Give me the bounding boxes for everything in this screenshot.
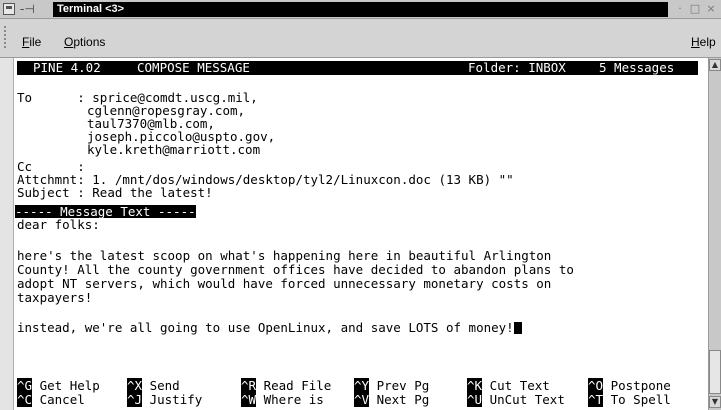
key-label: Cut Text xyxy=(482,378,550,393)
key-label: Justify xyxy=(142,392,203,407)
window-titlebar[interactable]: -⊣ Terminal <3> · □ × xyxy=(0,0,721,19)
menubar: File Options Help xyxy=(0,19,721,58)
subject-label: Subject : xyxy=(17,185,93,200)
scroll-up-arrow-icon[interactable]: ▲ xyxy=(709,59,721,71)
pine-header-bar: PINE 4.02 COMPOSE MESSAGE Folder: INBOX … xyxy=(17,61,698,75)
key-postpone[interactable]: ^O Postpone xyxy=(588,378,671,393)
window-menu-icon[interactable] xyxy=(3,3,15,15)
scroll-thumb[interactable] xyxy=(709,350,721,394)
pine-mode: COMPOSE MESSAGE xyxy=(137,60,250,75)
key-code: ^T xyxy=(588,392,604,407)
pine-message-count: 5 Messages xyxy=(599,60,675,75)
subject-value[interactable]: Read the latest! xyxy=(92,185,212,200)
key-code: ^G xyxy=(17,378,33,393)
body-line[interactable]: taxpayers! xyxy=(17,291,92,304)
key-to-spell[interactable]: ^T To Spell xyxy=(588,392,671,407)
to-label: To : xyxy=(17,90,93,105)
key-code: ^O xyxy=(588,378,604,393)
key-label: Next Pg xyxy=(369,392,430,407)
key-code: ^K xyxy=(467,378,483,393)
key-read-file[interactable]: ^R Read File xyxy=(241,378,332,393)
key-where-is[interactable]: ^W Where is xyxy=(241,392,324,407)
text-cursor xyxy=(513,322,522,334)
body-line[interactable]: adopt NT servers, which would have force… xyxy=(17,277,551,290)
body-line[interactable]: dear folks: xyxy=(17,218,100,231)
menubar-grip[interactable] xyxy=(4,26,8,48)
key-label: Prev Pg xyxy=(369,378,430,393)
key-code: ^Y xyxy=(354,378,370,393)
key-code: ^X xyxy=(127,378,143,393)
key-code: ^R xyxy=(241,378,257,393)
to-recipient[interactable]: kyle.kreth@marriott.com xyxy=(87,143,260,156)
key-label: UnCut Text xyxy=(482,392,565,407)
key-code: ^J xyxy=(127,392,143,407)
pine-folder: Folder: INBOX xyxy=(468,60,566,75)
close-button[interactable]: × xyxy=(704,2,718,16)
key-cut-text[interactable]: ^K Cut Text xyxy=(467,378,550,393)
menu-file[interactable]: File xyxy=(22,34,41,50)
key-get-help[interactable]: ^G Get Help xyxy=(17,378,100,393)
vertical-scrollbar[interactable]: ▲ ▼ xyxy=(708,58,721,410)
key-cancel[interactable]: ^C Cancel xyxy=(17,392,85,407)
key-prev-page[interactable]: ^Y Prev Pg xyxy=(354,378,430,393)
scroll-down-arrow-icon[interactable]: ▼ xyxy=(709,396,721,408)
subject-field[interactable]: Subject : Read the latest! xyxy=(17,186,213,199)
key-label: Cancel xyxy=(32,392,85,407)
key-label: Send xyxy=(142,378,180,393)
key-code: ^C xyxy=(17,392,33,407)
pine-version: PINE 4.02 xyxy=(33,60,101,75)
maximize-button[interactable]: □ xyxy=(688,2,702,16)
key-code: ^V xyxy=(354,392,370,407)
key-label: Get Help xyxy=(32,378,100,393)
terminal-screen[interactable]: PINE 4.02 COMPOSE MESSAGE Folder: INBOX … xyxy=(14,59,708,410)
key-label: To Spell xyxy=(603,392,671,407)
pin-icon[interactable]: -⊣ xyxy=(20,1,35,17)
body-line[interactable]: instead, we're all going to use OpenLinu… xyxy=(17,320,514,335)
key-code: ^U xyxy=(467,392,483,407)
menu-help[interactable]: Help xyxy=(691,34,716,50)
key-justify[interactable]: ^J Justify xyxy=(127,392,203,407)
body-line[interactable]: here's the latest scoop on what's happen… xyxy=(17,249,551,262)
key-code: ^W xyxy=(241,392,257,407)
key-next-page[interactable]: ^V Next Pg xyxy=(354,392,430,407)
key-uncut-text[interactable]: ^U UnCut Text xyxy=(467,392,565,407)
body-line-last[interactable]: instead, we're all going to use OpenLinu… xyxy=(17,321,522,334)
key-label: Postpone xyxy=(603,378,671,393)
body-line[interactable]: County! All the county government office… xyxy=(17,263,574,276)
window-title: Terminal <3> xyxy=(53,2,668,17)
menu-options[interactable]: Options xyxy=(64,34,105,50)
key-label: Where is xyxy=(256,392,324,407)
key-label: Read File xyxy=(256,378,332,393)
terminal-frame xyxy=(0,58,14,410)
key-send[interactable]: ^X Send xyxy=(127,378,180,393)
minimize-button[interactable]: · xyxy=(673,2,687,16)
